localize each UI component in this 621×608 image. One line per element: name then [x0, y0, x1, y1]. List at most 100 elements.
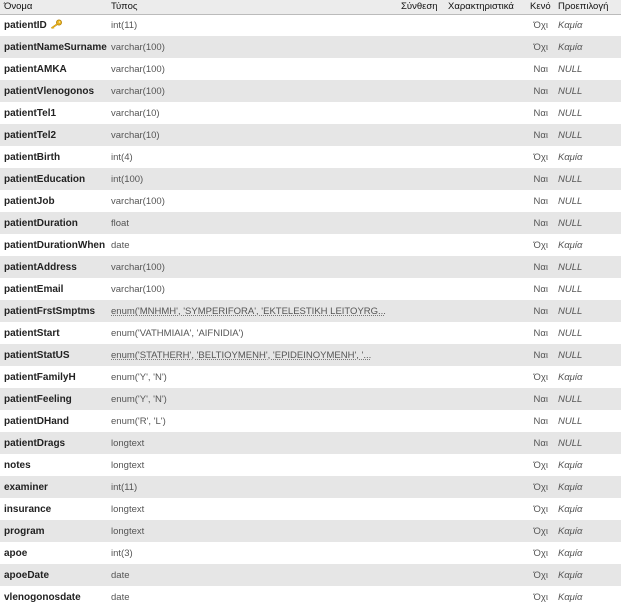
column-collation-cell: [397, 476, 444, 498]
column-attributes-cell: [444, 212, 528, 234]
column-name: patientBirth: [4, 151, 61, 163]
table-row[interactable]: vlenogonosdate date Όχι Καμία: [0, 586, 621, 608]
table-row[interactable]: insurance longtext Όχι Καμία: [0, 498, 621, 520]
table-row[interactable]: program longtext Όχι Καμία: [0, 520, 621, 542]
column-name-cell: patientTel1: [0, 102, 107, 124]
column-default-value: Καμία: [558, 525, 583, 537]
table-row[interactable]: apoeDate date Όχι Καμία: [0, 564, 621, 586]
table-row[interactable]: patientFamilyH enum('Y', 'N') Όχι Καμία: [0, 366, 621, 388]
column-type: enum('R', 'L'): [111, 415, 166, 427]
column-type-cell: enum('MNHMH', 'SYMPERIFORA', 'EKTELESTIK…: [107, 300, 397, 322]
column-name-cell: patientDuration: [0, 212, 107, 234]
column-type: int(3): [111, 547, 133, 559]
column-name-cell: program: [0, 520, 107, 542]
column-name: patientTel2: [4, 129, 57, 141]
column-name-cell: insurance: [0, 498, 107, 520]
table-row[interactable]: patientTel1 varchar(10) Ναι NULL: [0, 102, 621, 124]
table-row[interactable]: patientBirth int(4) Όχι Καμία: [0, 146, 621, 168]
table-header-row: Όνομα Τύπος Σύνθεση Χαρακτηριστικά Κενό …: [0, 0, 621, 14]
column-attributes-cell: [444, 234, 528, 256]
column-attributes-cell: [444, 542, 528, 564]
column-null-value: Ναι: [533, 349, 548, 361]
column-default-value: NULL: [558, 107, 583, 119]
column-null-value: Ναι: [533, 217, 548, 229]
column-name-cell: patientDrags: [0, 432, 107, 454]
table-row[interactable]: patientID int(11) Όχι Καμία: [0, 14, 621, 36]
column-collation-cell: [397, 410, 444, 432]
column-type: date: [111, 591, 130, 603]
column-collation-cell: [397, 102, 444, 124]
table-row[interactable]: patientFrstSmptms enum('MNHMH', 'SYMPERIF…: [0, 300, 621, 322]
column-attributes-cell: [444, 586, 528, 608]
column-null-value: Όχι: [533, 525, 548, 537]
column-null-value: Όχι: [533, 481, 548, 493]
column-collation-cell: [397, 366, 444, 388]
table-row[interactable]: patientAddress varchar(100) Ναι NULL: [0, 256, 621, 278]
column-type-truncated[interactable]: enum('STATHERH', 'BELTIOYMENH', 'EPIDEIN…: [111, 350, 371, 361]
column-null-value: Όχι: [533, 151, 548, 163]
column-collation-cell: [397, 520, 444, 542]
column-name: patientFamilyH: [4, 371, 76, 383]
column-collation-cell: [397, 234, 444, 256]
table-row[interactable]: patientEmail varchar(100) Ναι NULL: [0, 278, 621, 300]
column-name: patientID: [4, 20, 47, 32]
table-row[interactable]: notes longtext Όχι Καμία: [0, 454, 621, 476]
table-row[interactable]: patientStart enum('VATHMIAIA', 'AIFNIDIA'…: [0, 322, 621, 344]
table-row[interactable]: patientTel2 varchar(10) Ναι NULL: [0, 124, 621, 146]
column-name: program: [4, 525, 45, 537]
table-row[interactable]: patientDuration float Ναι NULL: [0, 212, 621, 234]
column-type-cell: enum('VATHMIAIA', 'AIFNIDIA'): [107, 322, 397, 344]
column-type: date: [111, 239, 130, 251]
column-collation-cell: [397, 256, 444, 278]
column-null-value: Ναι: [533, 129, 548, 141]
column-type: varchar(100): [111, 283, 165, 295]
column-name-cell: patientEducation: [0, 168, 107, 190]
table-row[interactable]: patientDurationWhen date Όχι Καμία: [0, 234, 621, 256]
column-name-cell: notes: [0, 454, 107, 476]
table-row[interactable]: patientFeeling enum('Y', 'N') Ναι NULL: [0, 388, 621, 410]
column-type-cell: int(3): [107, 542, 397, 564]
table-row[interactable]: patientVlenogonos varchar(100) Ναι NULL: [0, 80, 621, 102]
column-header-type: Τύπος: [111, 1, 138, 13]
table-row[interactable]: patientAMKA varchar(100) Ναι NULL: [0, 58, 621, 80]
column-header-name[interactable]: Όνομα: [0, 0, 107, 14]
table-row[interactable]: examiner int(11) Όχι Καμία: [0, 476, 621, 498]
column-type-cell: varchar(100): [107, 190, 397, 212]
column-attributes-cell: [444, 520, 528, 542]
column-name-cell: examiner: [0, 476, 107, 498]
column-name-cell: patientAddress: [0, 256, 107, 278]
table-row[interactable]: patientNameSurname varchar(100) Όχι Καμία: [0, 36, 621, 58]
table-row[interactable]: patientDrags longtext Ναι NULL: [0, 432, 621, 454]
column-null-value: Όχι: [533, 503, 548, 515]
column-name: vlenogonosdate: [4, 591, 81, 603]
column-default-value: Καμία: [558, 547, 583, 559]
column-name: patientAMKA: [4, 63, 67, 75]
table-row[interactable]: patientDHand enum('R', 'L') Ναι NULL: [0, 410, 621, 432]
table-row[interactable]: patientEducation int(100) Ναι NULL: [0, 168, 621, 190]
column-attributes-cell: [444, 300, 528, 322]
column-name: examiner: [4, 481, 48, 493]
column-type-truncated[interactable]: enum('MNHMH', 'SYMPERIFORA', 'EKTELESTIK…: [111, 306, 386, 317]
column-type: int(11): [111, 19, 138, 31]
column-name-cell: patientDHand: [0, 410, 107, 432]
table-row[interactable]: patientStatUS enum('STATHERH', 'BELTIOYME…: [0, 344, 621, 366]
column-collation-cell: [397, 542, 444, 564]
column-type: varchar(100): [111, 41, 165, 53]
column-name: patientAddress: [4, 261, 77, 273]
column-attributes-cell: [444, 322, 528, 344]
column-collation-cell: [397, 564, 444, 586]
column-collation-cell: [397, 168, 444, 190]
table-row[interactable]: apoe int(3) Όχι Καμία: [0, 542, 621, 564]
column-name: notes: [4, 459, 31, 471]
column-name: patientDurationWhen: [4, 239, 106, 251]
column-attributes-cell: [444, 344, 528, 366]
column-type-cell: longtext: [107, 498, 397, 520]
table-row[interactable]: patientJob varchar(100) Ναι NULL: [0, 190, 621, 212]
column-default-value: NULL: [558, 217, 583, 229]
column-collation-cell: [397, 322, 444, 344]
primary-key-icon: [50, 19, 62, 30]
column-type-cell: varchar(100): [107, 80, 397, 102]
column-default-value: Καμία: [558, 569, 583, 581]
column-name-cell: patientStatUS: [0, 344, 107, 366]
column-name: patientStatUS: [4, 349, 70, 361]
